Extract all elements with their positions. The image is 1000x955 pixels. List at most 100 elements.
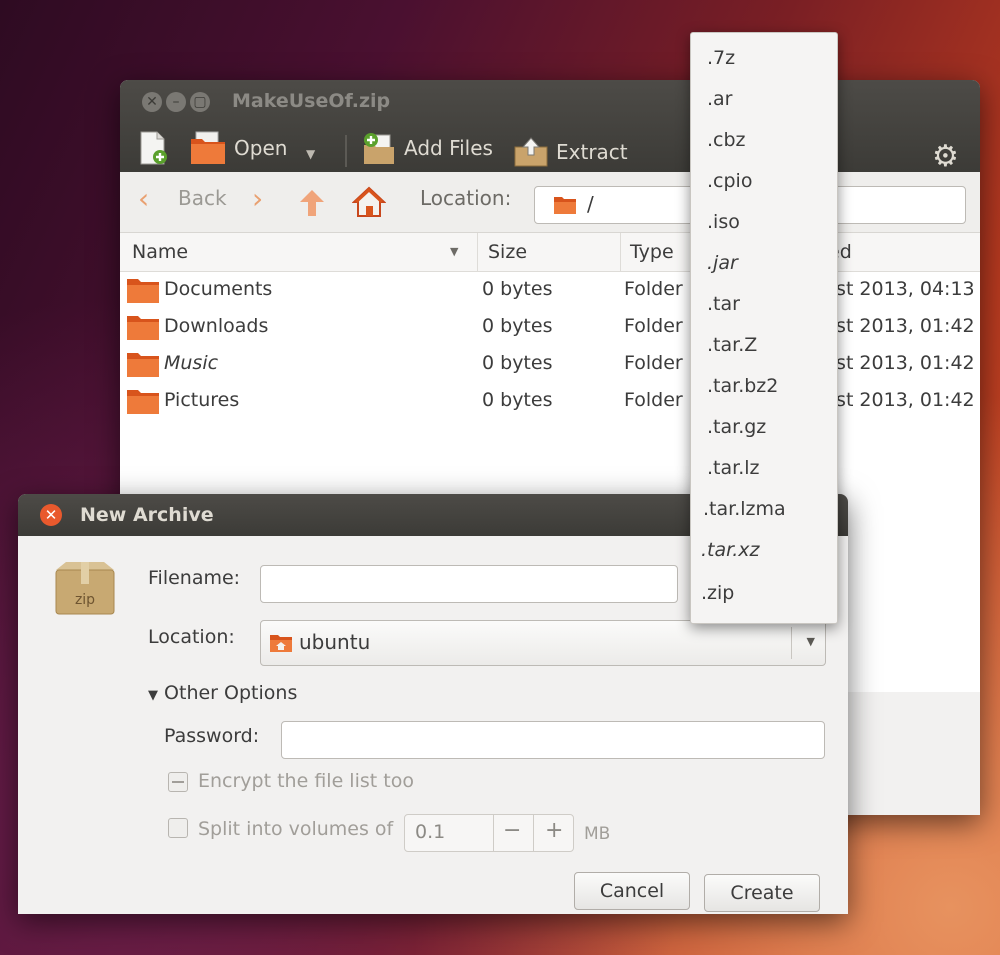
extract-label: Extract bbox=[556, 140, 628, 164]
folder-icon bbox=[554, 197, 576, 214]
location-path: / bbox=[587, 192, 594, 216]
close-icon[interactable]: ✕ bbox=[142, 92, 162, 112]
menu-item-jar[interactable]: .jar bbox=[707, 252, 738, 274]
combo-separator bbox=[791, 627, 792, 659]
row-type: Folder bbox=[624, 278, 683, 300]
column-header: Name ▼ Size Type ed bbox=[120, 233, 980, 272]
row-type: Folder bbox=[624, 389, 683, 411]
menu-item-cbz[interactable]: .cbz bbox=[707, 129, 746, 151]
extract-icon bbox=[514, 137, 548, 167]
folder-icon bbox=[127, 353, 159, 377]
menu-item-tar-lz[interactable]: .tar.lz bbox=[707, 457, 760, 479]
open-button[interactable]: Open bbox=[190, 131, 288, 164]
archive-type-menu: .7z .ar .cbz .cpio .iso .jar .tar .tar.Z… bbox=[690, 32, 838, 624]
row-name: Documents bbox=[164, 278, 273, 300]
zip-icon-label: zip bbox=[75, 592, 95, 608]
stepper-divider bbox=[493, 815, 494, 851]
volume-size-stepper[interactable]: 0.1 − + bbox=[404, 814, 574, 852]
row-name: Pictures bbox=[164, 389, 240, 411]
stepper-divider bbox=[533, 815, 534, 851]
up-arrow-icon[interactable] bbox=[298, 188, 326, 218]
split-volumes-label: Split into volumes of bbox=[198, 818, 394, 840]
gear-icon[interactable]: ⚙ bbox=[932, 142, 959, 172]
row-type: Folder bbox=[624, 315, 683, 337]
home-folder-icon bbox=[270, 635, 292, 652]
row-modified: ust 2013, 04:13 bbox=[824, 278, 975, 300]
add-files-label: Add Files bbox=[404, 136, 493, 160]
menu-item-tar-lzma[interactable]: .tar.lzma bbox=[703, 498, 786, 520]
filename-input[interactable] bbox=[260, 565, 678, 603]
row-modified: ust 2013, 01:42 bbox=[824, 389, 975, 411]
new-document-icon bbox=[140, 131, 167, 165]
navigation-bar: ‹ Back › Location: / bbox=[120, 172, 980, 233]
home-icon[interactable] bbox=[352, 186, 386, 218]
other-options-expander[interactable]: ▼ Other Options bbox=[148, 682, 297, 704]
menu-item-tar[interactable]: .tar bbox=[707, 293, 740, 315]
other-options-label: Other Options bbox=[164, 682, 298, 704]
volume-unit-label: MB bbox=[584, 824, 611, 844]
encrypt-checkbox[interactable] bbox=[168, 772, 188, 792]
menu-item-cpio[interactable]: .cpio bbox=[707, 170, 752, 192]
back-button-label[interactable]: Back bbox=[178, 186, 227, 210]
sort-arrow-icon[interactable]: ▼ bbox=[450, 245, 458, 258]
column-divider bbox=[477, 233, 478, 271]
checkbox-mixed-mark bbox=[172, 781, 184, 783]
cancel-button[interactable]: Cancel bbox=[574, 872, 690, 910]
extract-button[interactable]: Extract bbox=[514, 136, 628, 168]
filename-label: Filename: bbox=[148, 567, 241, 589]
expander-arrow-icon: ▼ bbox=[148, 688, 158, 703]
add-files-button[interactable]: Add Files bbox=[362, 132, 493, 164]
row-name: Downloads bbox=[164, 315, 269, 337]
menu-item-tar-bz2[interactable]: .tar.bz2 bbox=[707, 375, 778, 397]
minus-icon[interactable]: − bbox=[503, 818, 521, 843]
menu-item-tar-z[interactable]: .tar.Z bbox=[707, 334, 757, 356]
chevron-down-icon: ▼ bbox=[806, 635, 815, 648]
row-type: Folder bbox=[624, 352, 683, 374]
row-size: 0 bytes bbox=[482, 352, 553, 374]
table-row[interactable]: Documents 0 bytes Folder ust 2013, 04:13 bbox=[120, 272, 980, 308]
folder-icon bbox=[127, 279, 159, 303]
menu-item-tar-gz[interactable]: .tar.gz bbox=[707, 416, 766, 438]
split-volumes-checkbox[interactable] bbox=[168, 818, 188, 838]
add-files-icon bbox=[364, 133, 394, 164]
folder-icon bbox=[127, 316, 159, 340]
column-divider bbox=[620, 233, 621, 271]
plus-icon[interactable]: + bbox=[545, 818, 563, 843]
main-titlebar: ✕ – ▢ MakeUseOf.zip Open ▼ Add Files Ext… bbox=[120, 80, 980, 172]
menu-item-iso[interactable]: .iso bbox=[707, 211, 740, 233]
column-size[interactable]: Size bbox=[488, 241, 527, 263]
table-row[interactable]: Downloads 0 bytes Folder ust 2013, 01:42 bbox=[120, 309, 980, 345]
location-value: ubuntu bbox=[299, 630, 371, 654]
location-label: Location: bbox=[148, 626, 235, 648]
password-input[interactable] bbox=[281, 721, 825, 759]
dialog-title: New Archive bbox=[80, 504, 214, 526]
menu-item-7z[interactable]: .7z bbox=[707, 47, 735, 69]
create-button[interactable]: Create bbox=[704, 874, 820, 912]
row-modified: ust 2013, 01:42 bbox=[824, 315, 975, 337]
open-button-label: Open bbox=[234, 136, 288, 160]
table-row[interactable]: Pictures 0 bytes Folder ust 2013, 01:42 bbox=[120, 383, 980, 419]
row-name: Music bbox=[164, 352, 219, 374]
back-arrow-icon[interactable]: ‹ bbox=[138, 182, 149, 215]
menu-item-ar[interactable]: .ar bbox=[707, 88, 733, 110]
table-row[interactable]: Music 0 bytes Folder ust 2013, 01:42 bbox=[120, 346, 980, 382]
password-label: Password: bbox=[164, 725, 260, 747]
menu-item-tar-xz[interactable]: .tar.xz bbox=[701, 539, 759, 561]
volume-size-value: 0.1 bbox=[415, 821, 446, 843]
minimize-icon[interactable]: – bbox=[166, 92, 186, 112]
close-icon[interactable]: ✕ bbox=[40, 504, 62, 526]
forward-arrow-icon[interactable]: › bbox=[252, 182, 263, 215]
maximize-icon[interactable]: ▢ bbox=[190, 92, 210, 112]
menu-item-zip[interactable]: .zip bbox=[701, 582, 734, 604]
location-select[interactable]: ubuntu ▼ bbox=[260, 620, 826, 666]
folder-icon bbox=[127, 390, 159, 414]
new-archive-button[interactable] bbox=[138, 131, 168, 165]
zip-archive-icon: zip bbox=[55, 562, 115, 615]
encrypt-label: Encrypt the file list too bbox=[198, 770, 414, 792]
location-label: Location: bbox=[420, 186, 512, 210]
open-dropdown-arrow[interactable]: ▼ bbox=[306, 138, 315, 170]
column-type[interactable]: Type bbox=[630, 241, 674, 263]
column-name[interactable]: Name bbox=[132, 241, 188, 263]
window-title: MakeUseOf.zip bbox=[232, 90, 391, 112]
toolbar-separator bbox=[345, 135, 347, 167]
